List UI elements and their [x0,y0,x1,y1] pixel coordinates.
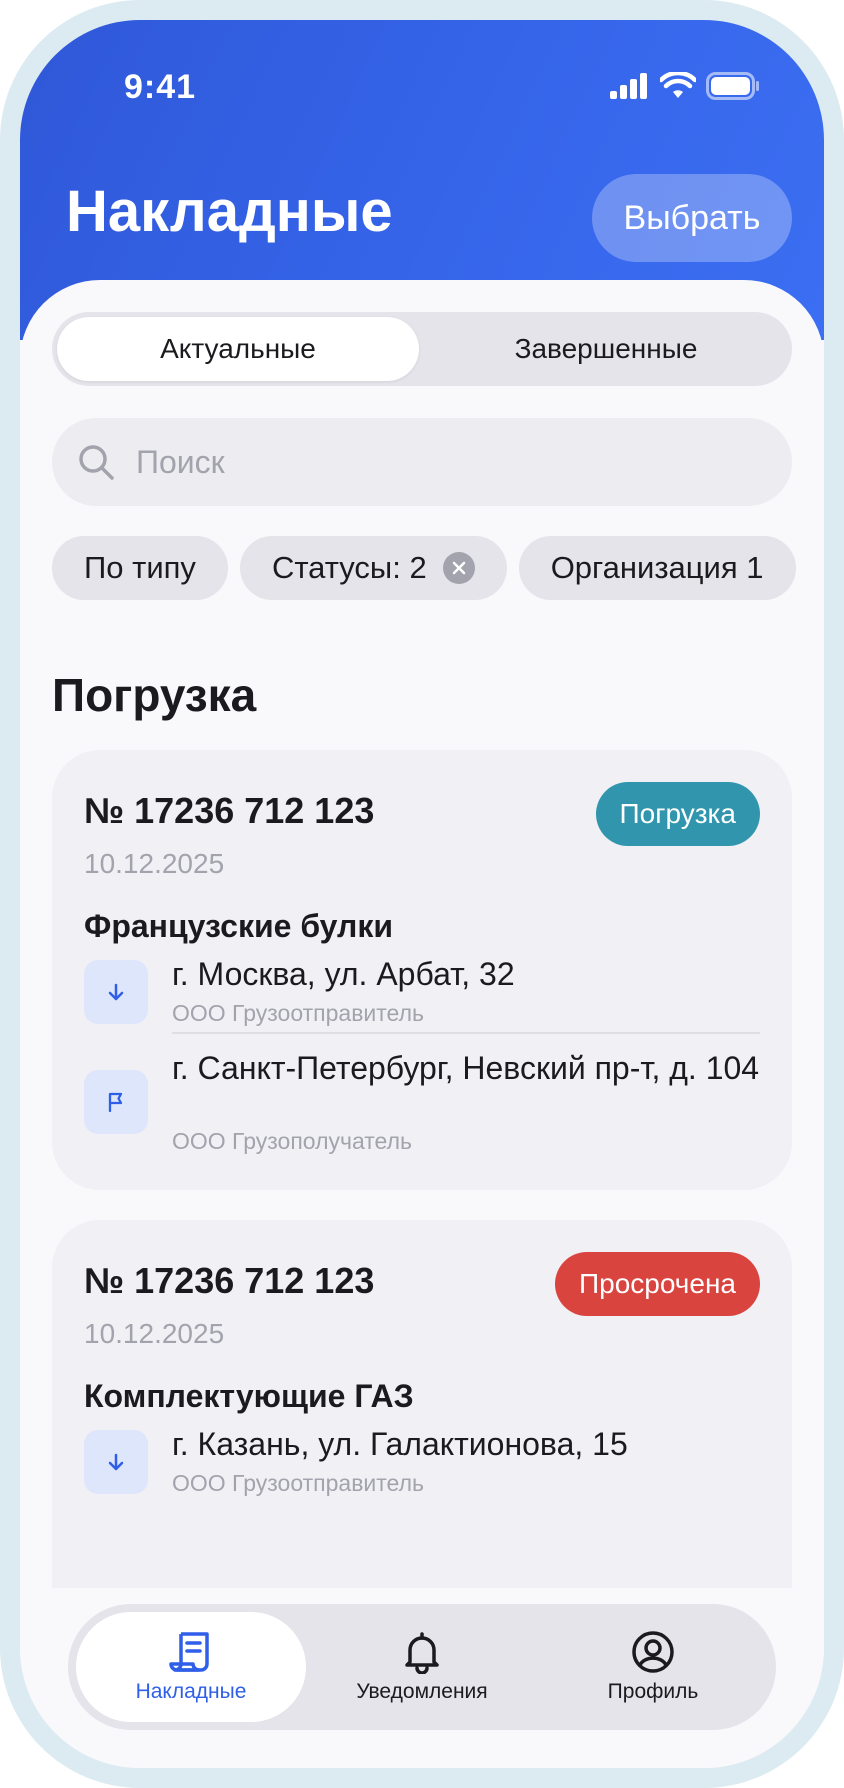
segmented-control: Актуальные Завершенные [52,312,792,386]
search-input[interactable] [134,442,738,482]
invoice-list: № 17236 712 123 10.12.2025 Погрузка Фран… [20,750,824,1588]
invoice-number: № 17236 712 123 [84,1260,375,1301]
tab-notifications-label: Уведомления [356,1680,488,1703]
bell-icon [405,1632,439,1674]
filter-chip-organization-label: Организация 1 [550,550,764,585]
tab-bar: Накладные Уведомления Профиль [68,1604,776,1730]
screen: 9:41 Накладные Выбрать Актуальные Заверш… [20,20,824,1768]
wifi-icon [660,72,696,98]
pickup-org: ООО Грузоотправитель [172,1470,424,1496]
invoice-icon [169,1632,209,1672]
arrow-down-icon [84,960,148,1024]
segment-completed[interactable]: Завершенные [425,317,787,381]
search-icon [76,442,116,482]
status-badge: Просрочена [555,1252,760,1316]
segment-actual[interactable]: Актуальные [57,317,419,381]
tab-profile[interactable]: Профиль [538,1612,768,1722]
profile-icon [632,1631,674,1673]
status-badge: Погрузка [595,782,760,846]
filter-chip-statuses[interactable]: Статусы: 2 [239,536,507,600]
tab-invoices-label: Накладные [135,1680,247,1703]
cargo-name: Комплектующие ГАЗ [84,1378,414,1414]
stop-divider [172,1032,760,1034]
tab-profile-label: Профиль [607,1680,699,1703]
filter-chip-statuses-label: Статусы: 2 [271,550,427,585]
filter-chip-organization[interactable]: Организация 1 [518,536,796,600]
filter-chip-type-label: По типу [84,550,196,585]
pickup-address: г. Москва, ул. Арбат, 32 [172,956,515,992]
select-button[interactable]: Выбрать [592,174,792,262]
cellular-signal-icon [610,73,647,99]
filter-chips: По типу Статусы: 2 Организация 1 [52,536,824,600]
battery-icon [706,72,759,100]
pickup-org: ООО Грузоотправитель [172,1000,424,1026]
arrow-down-icon [84,1430,148,1494]
invoice-card[interactable]: № 17236 712 123 10.12.2025 Погрузка Фран… [52,750,792,1190]
section-title: Погрузка [52,669,257,721]
invoice-date: 10.12.2025 [84,848,225,879]
status-icons [610,72,760,100]
flag-icon [84,1070,148,1134]
page-title: Накладные [66,179,393,244]
invoice-number: № 17236 712 123 [84,790,375,831]
cargo-name: Французские булки [84,908,394,944]
status-time: 9:41 [124,68,197,106]
delivery-address: г. Санкт-Петербург, Невский пр-т, д. 104 [172,1050,760,1086]
pickup-address: г. Казань, ул. Галактионова, 15 [172,1426,628,1462]
tab-invoices[interactable]: Накладные [76,1612,306,1722]
invoice-date: 10.12.2025 [84,1318,225,1349]
tab-notifications[interactable]: Уведомления [307,1612,537,1722]
invoice-card[interactable]: № 17236 712 123 10.12.2025 Просрочена Ко… [52,1220,792,1588]
search-bar[interactable] [52,418,792,506]
clear-filter-icon[interactable] [442,552,475,584]
delivery-org: ООО Грузополучатель [172,1128,412,1154]
filter-chip-type[interactable]: По типу [52,536,228,600]
